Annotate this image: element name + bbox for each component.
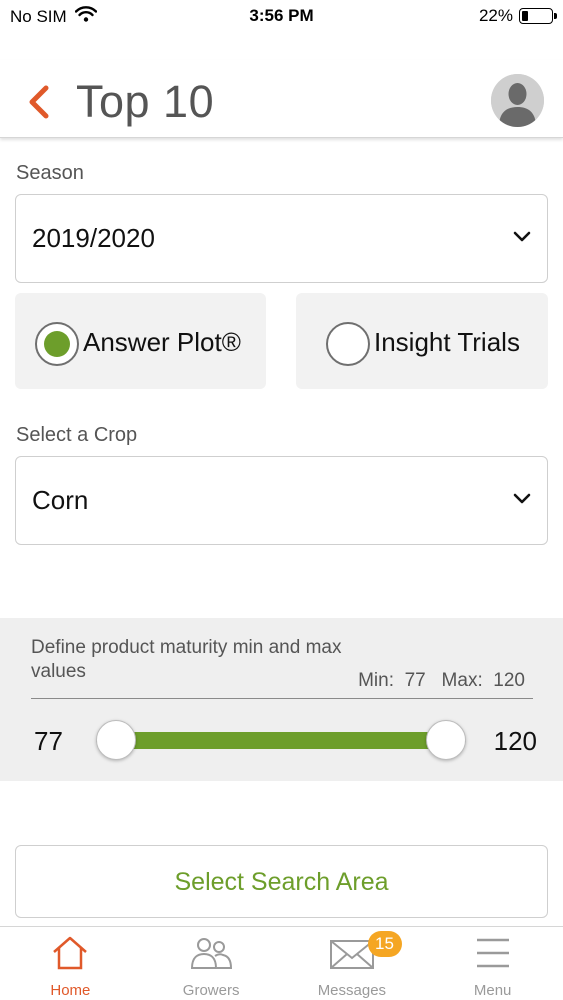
home-icon <box>53 936 88 970</box>
growers-icon <box>191 938 233 969</box>
chevron-left-icon <box>29 85 49 119</box>
status-bar: No SIM 3:56 PM 22% <box>0 0 563 34</box>
tab-home[interactable]: Home <box>0 927 141 1000</box>
crop-value: Corn <box>32 485 89 515</box>
user-icon <box>491 74 544 127</box>
tab-menu[interactable]: Menu <box>422 927 563 1000</box>
max-slider-handle[interactable] <box>426 720 466 760</box>
avatar[interactable] <box>491 74 544 127</box>
maturity-section: Define product maturity min and max valu… <box>0 618 563 781</box>
tab-messages-label: Messages <box>317 982 387 999</box>
tab-messages[interactable]: 15 Messages <box>282 927 423 1000</box>
divider <box>31 698 533 699</box>
messages-badge: 15 <box>367 931 402 957</box>
hamburger-icon <box>476 938 509 968</box>
radio-answer-plot[interactable]: Answer Plot® <box>15 293 266 389</box>
page-title: Top 10 <box>76 76 215 127</box>
max-value: 120 <box>493 670 525 691</box>
range-min-label: 77 <box>34 726 63 756</box>
maturity-minmax-readout: Min: 77 Max: 120 <box>358 670 525 692</box>
tab-growers-label: Growers <box>182 982 240 999</box>
crop-label: Select a Crop <box>16 424 138 446</box>
status-right: 22% <box>478 6 557 26</box>
min-label: Min: <box>358 670 394 691</box>
min-slider-handle[interactable] <box>96 720 136 760</box>
min-value: 77 <box>404 670 426 691</box>
radio-insight-trials[interactable]: Insight Trials <box>296 293 548 389</box>
battery-percent: 22% <box>478 6 513 25</box>
chevron-down-icon <box>513 493 531 504</box>
season-select[interactable]: 2019/2020 <box>15 194 548 283</box>
max-label: Max: <box>441 670 483 691</box>
tab-growers[interactable]: Growers <box>141 927 282 1000</box>
tab-bar: Home Growers 15 Messages Menu <box>0 926 563 1000</box>
tab-home-label: Home <box>50 982 91 999</box>
radio-label-insight-trials: Insight Trials <box>374 327 520 357</box>
back-button[interactable] <box>22 82 56 122</box>
chevron-down-icon <box>513 231 531 242</box>
season-value: 2019/2020 <box>32 223 155 253</box>
maturity-description: Define product maturity min and max valu… <box>31 637 342 682</box>
battery-icon <box>519 8 557 24</box>
app-header: Top 10 <box>0 60 563 138</box>
crop-select[interactable]: Corn <box>15 456 548 545</box>
tab-menu-label: Menu <box>473 982 512 999</box>
range-max-label: 120 <box>493 726 537 756</box>
radio-button-insight-trials[interactable] <box>326 322 370 366</box>
maturity-range-slider[interactable] <box>96 720 466 760</box>
select-search-area-button[interactable]: Select Search Area <box>15 845 548 918</box>
range-fill <box>116 732 446 749</box>
radio-button-answer-plot[interactable] <box>35 322 79 366</box>
radio-label-answer-plot: Answer Plot® <box>83 327 241 357</box>
season-label: Season <box>16 162 84 184</box>
radio-selected-dot <box>44 331 70 357</box>
battery-level <box>522 11 529 21</box>
